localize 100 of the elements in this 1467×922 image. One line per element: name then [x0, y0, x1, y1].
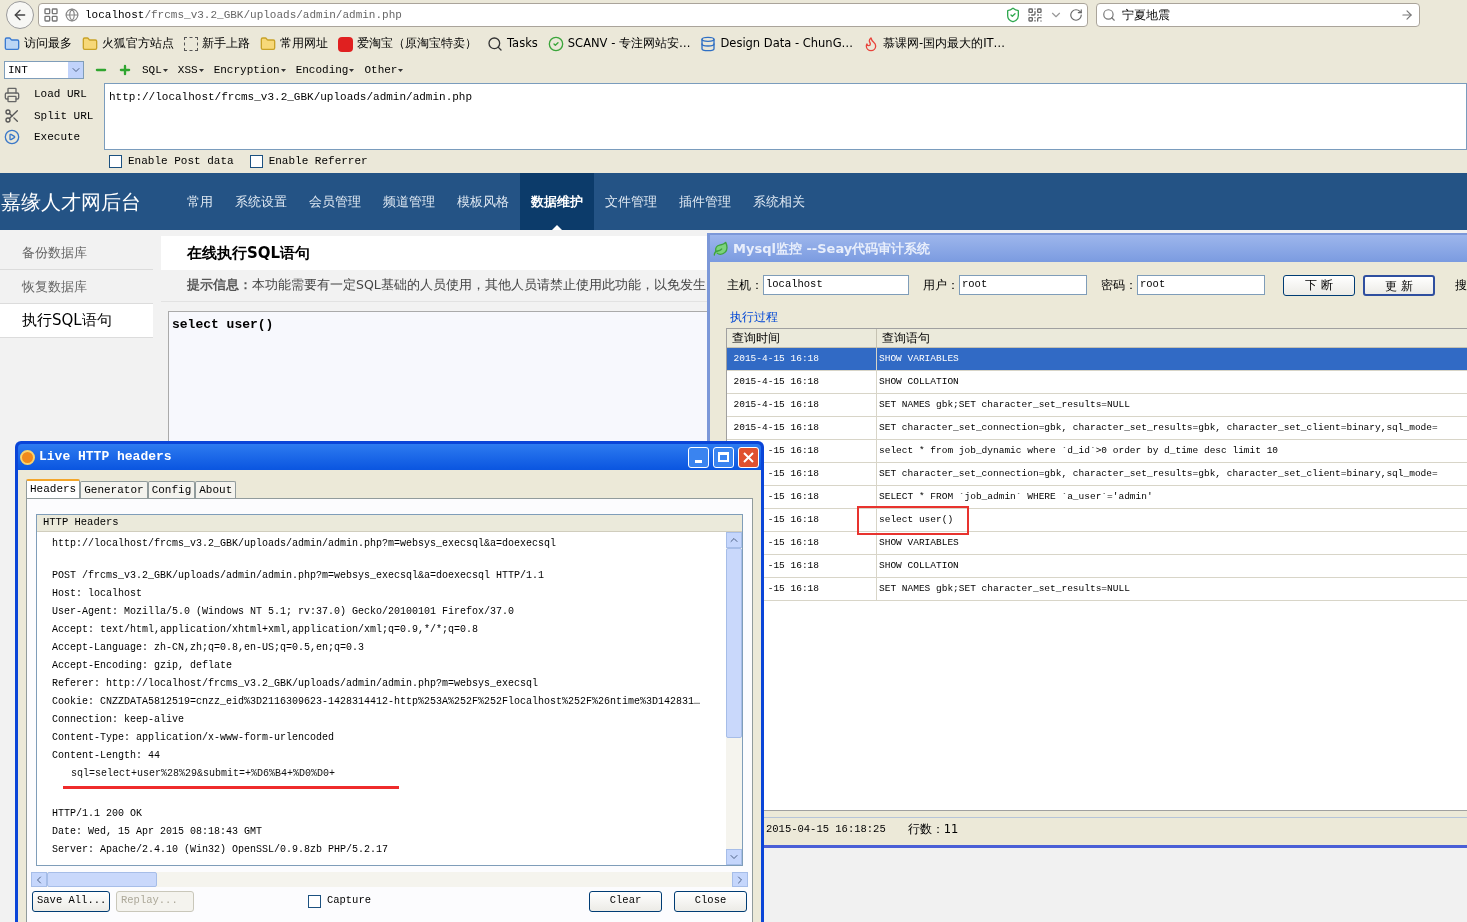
- printer-icon: [4, 86, 20, 103]
- bookmark-link[interactable]: 慕课网-国内最大的IT…: [883, 35, 1006, 53]
- table-cell-text: 2015-4-15 16:18: [733, 397, 819, 412]
- folder-icon: [82, 36, 98, 52]
- maximize-icon[interactable]: [713, 446, 734, 468]
- folder-icon: [4, 36, 20, 52]
- table-cell-text: select * from job_dynamic where `d_id`>0 order by d_time desc limit 10: [879, 443, 1279, 458]
- caret-icon: [162, 68, 168, 72]
- nav-tab[interactable]: 频道管理: [372, 173, 446, 230]
- nav-tab[interactable]: 文件管理: [594, 173, 668, 230]
- column-header[interactable]: 查询时间: [727, 329, 877, 347]
- action-button[interactable]: Split URL: [34, 107, 94, 125]
- table-cell-text: SET NAMES gbk;SET character_set_results=NULL: [879, 397, 1130, 412]
- bookmark-link[interactable]: Tasks: [507, 35, 538, 53]
- table-row[interactable]: 2015-4-15 16:18 SET character_set_connection=gbk, character_set_results=gbk, character_set_client=binary,sql_mode=: [727, 417, 1467, 440]
- qr-code-icon[interactable]: [1027, 7, 1043, 23]
- table-row[interactable]: 2015-4-15 16:18 SET NAMES gbk;SET character_set_results=NULL: [727, 394, 1467, 417]
- action-button[interactable]: 更 新: [1363, 274, 1435, 296]
- table-cell-text: -15 16:18: [767, 581, 819, 596]
- url-input[interactable]: http://localhost/frcms_v3.2_GBK/uploads/admin/admin.php: [104, 83, 1467, 150]
- search-field[interactable]: 宁夏地震: [1096, 3, 1420, 27]
- header-line: Content-Type: application/x-www-form-urlencoded: [52, 730, 335, 745]
- column-header[interactable]: 查询语句: [877, 329, 1467, 347]
- table-cell-text: SHOW COLLATION: [879, 374, 959, 389]
- caret-icon: [198, 68, 204, 72]
- bookmark-link[interactable]: 火狐官方站点: [102, 35, 174, 53]
- text-field[interactable]: root: [1137, 275, 1265, 295]
- table-cell-text: SET character_set_connection=gbk, character_set_results=gbk, character_set_client=binary,sql_mode=: [879, 466, 1438, 481]
- bookmark-link[interactable]: 常用网址: [280, 35, 328, 53]
- tab[interactable]: About: [195, 481, 237, 498]
- text-field[interactable]: root: [959, 275, 1087, 295]
- nav-tab[interactable]: 系统设置: [224, 173, 298, 230]
- menu-item[interactable]: Encryption: [213, 61, 280, 79]
- action-button[interactable]: Clear: [589, 890, 662, 912]
- nav-tab[interactable]: 插件管理: [668, 173, 742, 230]
- bookmark-link[interactable]: Design Data - ChunG…: [720, 35, 854, 53]
- tab-grid-icon[interactable]: [43, 7, 59, 23]
- sidebar-item[interactable]: 执行SQL语句: [0, 304, 153, 338]
- menu-item[interactable]: Encoding: [295, 61, 349, 79]
- bookmark-link[interactable]: 爱淘宝（原淘宝特卖）: [357, 35, 477, 53]
- action-button[interactable]: 下 断: [1283, 274, 1355, 296]
- type-select[interactable]: INT: [4, 61, 84, 79]
- bookmark-link[interactable]: 访问最多: [24, 35, 72, 53]
- reload-icon[interactable]: [1069, 8, 1083, 22]
- table-cell-text: 2015-4-15 16:18: [733, 374, 819, 389]
- text-field[interactable]: localhost: [763, 275, 909, 295]
- caret-icon: [398, 68, 404, 72]
- header-line: POST /frcms_v3.2_GBK/uploads/admin/admin.php?m=websys_execsql&a=doexecsql HTTP/1.1: [52, 568, 545, 583]
- search-icon: [1102, 8, 1116, 22]
- folder-icon: [260, 36, 276, 52]
- header-line: http://localhost/frcms_v3.2_GBK/uploads/admin/admin.php?m=websys_execsql&a=doexecsql: [52, 536, 557, 551]
- action-button[interactable]: Save All...: [32, 890, 110, 912]
- action-button[interactable]: Close: [674, 890, 747, 912]
- nav-tab[interactable]: 数据维护: [520, 173, 594, 230]
- menu-item[interactable]: Other: [364, 61, 398, 79]
- menu-item[interactable]: SQL: [142, 61, 162, 79]
- caret-icon: [280, 68, 286, 72]
- search-icon: [487, 36, 503, 52]
- tab[interactable]: Headers: [26, 479, 81, 498]
- hint-label: 提示信息：: [187, 276, 252, 295]
- back-button[interactable]: [6, 1, 34, 29]
- header-line: Cookie: CNZZDATA5812519=cnzz_eid%3D2116309623-1428314412-http%253A%252F%252Flocalhost%252F%26ntime%3D142831…: [52, 694, 701, 709]
- nav-tab[interactable]: 系统相关: [742, 173, 816, 230]
- checkbox[interactable]: [109, 154, 122, 168]
- header-line: Connection: keep-alive: [52, 712, 185, 727]
- nav-tab[interactable]: 常用: [176, 173, 224, 230]
- list-header: HTTP Headers: [43, 515, 119, 531]
- plus-icon[interactable]: [118, 63, 132, 77]
- menu-item[interactable]: XSS: [177, 61, 198, 79]
- checkbox-label: Enable Referrer: [268, 153, 368, 169]
- leaf-icon: [713, 240, 729, 257]
- address-bar[interactable]: localhost/frcms_v3.2_GBK/uploads/admin/admin.php: [38, 3, 1088, 27]
- bookmark-link[interactable]: SCANV - 专注网站安…: [567, 35, 691, 53]
- close-icon[interactable]: [738, 446, 759, 468]
- page-title: 在线执行SQL语句: [187, 242, 311, 264]
- table-row[interactable]: 2015-4-15 16:18 SHOW COLLATION: [727, 371, 1467, 394]
- globe-icon: [65, 8, 79, 22]
- table-cell-text: -15 16:18: [767, 443, 819, 458]
- tab[interactable]: Generator: [80, 481, 148, 498]
- header-line: Host: localhost: [52, 586, 142, 601]
- sidebar-item[interactable]: 备份数据库: [0, 236, 153, 270]
- tab[interactable]: Config: [147, 481, 196, 498]
- action-button[interactable]: Execute: [34, 129, 81, 146]
- shield-icon[interactable]: [1005, 7, 1021, 23]
- header-line: Server: Apache/2.4.10 (Win32) OpenSSL/0.9.8zb PHP/5.2.17: [52, 842, 389, 857]
- minimize-icon[interactable]: [688, 446, 709, 468]
- checkbox-label: Enable Post data: [128, 153, 234, 169]
- sql-textarea[interactable]: select user(): [168, 311, 707, 442]
- table-cell-text: -15 16:18: [767, 558, 819, 573]
- nav-tab[interactable]: 模板风格: [446, 173, 520, 230]
- checkbox[interactable]: [307, 894, 321, 908]
- bookmark-link[interactable]: 新手上路: [202, 35, 250, 53]
- checkbox[interactable]: [249, 154, 263, 168]
- nav-tab[interactable]: 会员管理: [298, 173, 372, 230]
- action-button[interactable]: Load URL: [34, 86, 87, 103]
- table-cell-text: -15 16:18: [767, 489, 819, 504]
- table-row[interactable]: 2015-4-15 16:18 SHOW VARIABLES: [727, 348, 1467, 371]
- table-cell-text: SHOW VARIABLES: [879, 535, 959, 550]
- header-line: HTTP/1.1 200 OK: [52, 806, 142, 821]
- table-cell-text: 2015-4-15 16:18: [733, 420, 819, 435]
